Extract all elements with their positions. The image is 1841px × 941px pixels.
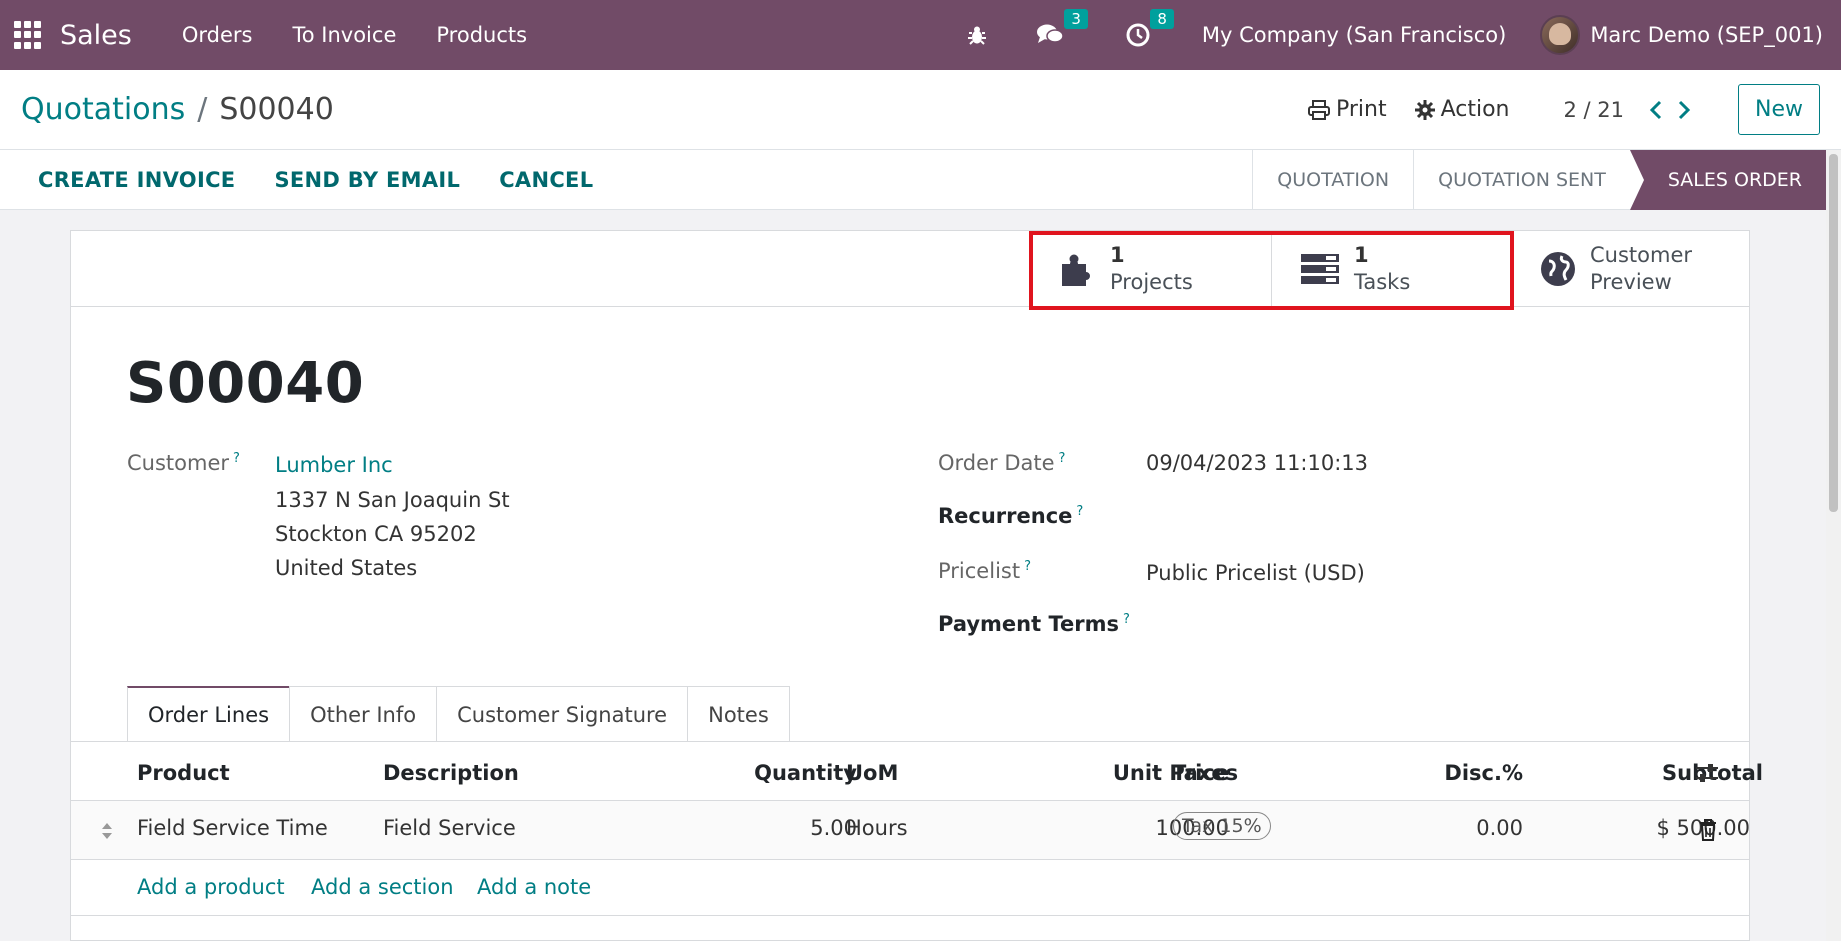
- pager-value[interactable]: 2 / 21: [1563, 98, 1624, 122]
- column-uom[interactable]: UoM: [846, 761, 898, 785]
- clock-icon[interactable]: 8: [1126, 9, 1174, 47]
- menu-orders[interactable]: Orders: [182, 23, 253, 47]
- top-navbar: Sales Orders To Invoice Products 3 8 My …: [0, 0, 1841, 70]
- stage-pipeline: QUOTATION QUOTATION SENT SALES ORDER: [1252, 149, 1826, 210]
- payment-terms-field[interactable]: [1146, 612, 1446, 638]
- print-icon: [1307, 99, 1330, 120]
- tax-badge[interactable]: Tax 15%: [1173, 812, 1271, 840]
- tabs-divider: [71, 741, 1749, 742]
- address-city: Stockton CA 95202: [275, 522, 477, 546]
- create-invoice-button[interactable]: CREATE INVOICE: [38, 168, 235, 192]
- messages-badge: 3: [1064, 9, 1088, 29]
- tab-customer-signature[interactable]: Customer Signature: [436, 686, 689, 742]
- scrollbar-thumb[interactable]: [1829, 154, 1838, 512]
- menu-products[interactable]: Products: [436, 23, 527, 47]
- tab-other-info[interactable]: Other Info: [289, 686, 438, 742]
- column-subtotal[interactable]: Subtotal: [1531, 761, 1763, 785]
- chat-icon[interactable]: 3: [1036, 9, 1088, 47]
- page-title: S00040: [126, 351, 365, 416]
- app-brand[interactable]: Sales: [60, 20, 132, 51]
- puzzle-icon: [1058, 250, 1096, 288]
- gear-icon: [1414, 99, 1435, 120]
- trash-icon[interactable]: [1699, 819, 1717, 845]
- cell-subtotal: $ 500.00: [1656, 816, 1750, 840]
- column-description[interactable]: Description: [383, 761, 519, 785]
- drag-handle-icon[interactable]: [100, 821, 114, 845]
- tab-notes[interactable]: Notes: [687, 686, 790, 742]
- cell-quantity[interactable]: 5.00: [693, 816, 857, 840]
- smart-button-box: 1 Projects 1 Tasks Customer Preview: [71, 231, 1749, 307]
- tasks-count: 1: [1354, 243, 1369, 267]
- breadcrumb: Quotations / S00040: [21, 92, 334, 127]
- tab-order-lines[interactable]: Order Lines: [127, 686, 291, 742]
- column-taxes[interactable]: Taxes: [1172, 761, 1238, 785]
- projects-label: Projects: [1110, 270, 1193, 294]
- tasks-label: Tasks: [1354, 270, 1411, 294]
- column-settings-icon[interactable]: [1695, 762, 1719, 788]
- print-label: Print: [1335, 97, 1387, 122]
- scrollbar[interactable]: [1826, 150, 1841, 941]
- grid-icon[interactable]: [14, 21, 42, 49]
- customer-preview-line2: Preview: [1590, 270, 1672, 294]
- navbar-systray: 3 8 My Company (San Francisco) Marc Demo…: [948, 0, 1841, 70]
- chevron-left-icon[interactable]: [1649, 100, 1663, 120]
- user-menu[interactable]: Marc Demo (SEP_001): [1590, 23, 1823, 47]
- projects-smart-button[interactable]: 1 Projects: [1029, 231, 1272, 307]
- customer-preview-line1: Customer: [1590, 243, 1693, 267]
- activities-badge: 8: [1150, 9, 1174, 29]
- tasks-smart-button[interactable]: 1 Tasks: [1271, 231, 1511, 307]
- cell-discount[interactable]: 0.00: [1351, 816, 1523, 840]
- customer-link[interactable]: Lumber Inc: [275, 453, 393, 477]
- chevron-right-icon[interactable]: [1677, 100, 1691, 120]
- action-button[interactable]: Action: [1414, 97, 1510, 122]
- address-street: 1337 N San Joaquin St: [275, 488, 510, 512]
- new-button[interactable]: New: [1738, 84, 1820, 135]
- pricelist-label: Pricelist?: [938, 559, 1031, 583]
- recurrence-field[interactable]: [1146, 504, 1446, 530]
- company-switcher[interactable]: My Company (San Francisco): [1202, 23, 1506, 47]
- bug-icon[interactable]: [966, 24, 988, 46]
- cell-description[interactable]: Field Service: [383, 816, 516, 840]
- address-country: United States: [275, 556, 418, 580]
- add-note-link[interactable]: Add a note: [477, 875, 591, 899]
- add-section-link[interactable]: Add a section: [311, 875, 454, 899]
- order-date-label: Order Date?: [938, 451, 1066, 475]
- table-row-divider: [71, 859, 1749, 860]
- stage-quotation-sent[interactable]: QUOTATION SENT: [1413, 149, 1630, 210]
- projects-count: 1: [1110, 243, 1125, 267]
- avatar[interactable]: [1540, 15, 1581, 55]
- send-by-email-button[interactable]: SEND BY EMAIL: [274, 168, 460, 192]
- form-sheet: 1 Projects 1 Tasks Customer Preview S000…: [70, 230, 1763, 941]
- control-panel: Quotations / S00040 Print Action 2 / 21 …: [0, 70, 1841, 150]
- breadcrumb-current: S00040: [219, 92, 334, 127]
- globe-icon: [1540, 251, 1576, 287]
- breadcrumb-separator: /: [197, 92, 208, 127]
- cancel-button[interactable]: CANCEL: [499, 168, 593, 192]
- notebook-tabs: Order Lines Other Info Customer Signatur…: [127, 686, 790, 742]
- action-label: Action: [1440, 97, 1510, 122]
- menu-to-invoice[interactable]: To Invoice: [293, 23, 397, 47]
- add-product-link[interactable]: Add a product: [137, 875, 285, 899]
- recurrence-label: Recurrence?: [938, 504, 1084, 528]
- customer-preview-button[interactable]: Customer Preview: [1511, 231, 1749, 307]
- table-bottom-divider: [71, 915, 1749, 916]
- tasks-icon: [1300, 252, 1340, 286]
- breadcrumb-quotations[interactable]: Quotations: [21, 92, 185, 127]
- payment-terms-label: Payment Terms?: [938, 612, 1130, 636]
- column-quantity[interactable]: Quantity: [693, 761, 857, 785]
- print-button[interactable]: Print: [1307, 97, 1387, 122]
- customer-label: Customer?: [127, 451, 240, 475]
- column-discount[interactable]: Disc.%: [1351, 761, 1523, 785]
- stage-quotation[interactable]: QUOTATION: [1252, 149, 1413, 210]
- pricelist-field[interactable]: Public Pricelist (USD): [1146, 561, 1365, 585]
- status-bar: CREATE INVOICE SEND BY EMAIL CANCEL QUOT…: [0, 149, 1826, 210]
- cell-product[interactable]: Field Service Time: [137, 816, 328, 840]
- stage-sales-order[interactable]: SALES ORDER: [1629, 149, 1826, 210]
- cell-uom[interactable]: Hours: [846, 816, 908, 840]
- column-product[interactable]: Product: [137, 761, 230, 785]
- order-date-field[interactable]: 09/04/2023 11:10:13: [1146, 451, 1368, 475]
